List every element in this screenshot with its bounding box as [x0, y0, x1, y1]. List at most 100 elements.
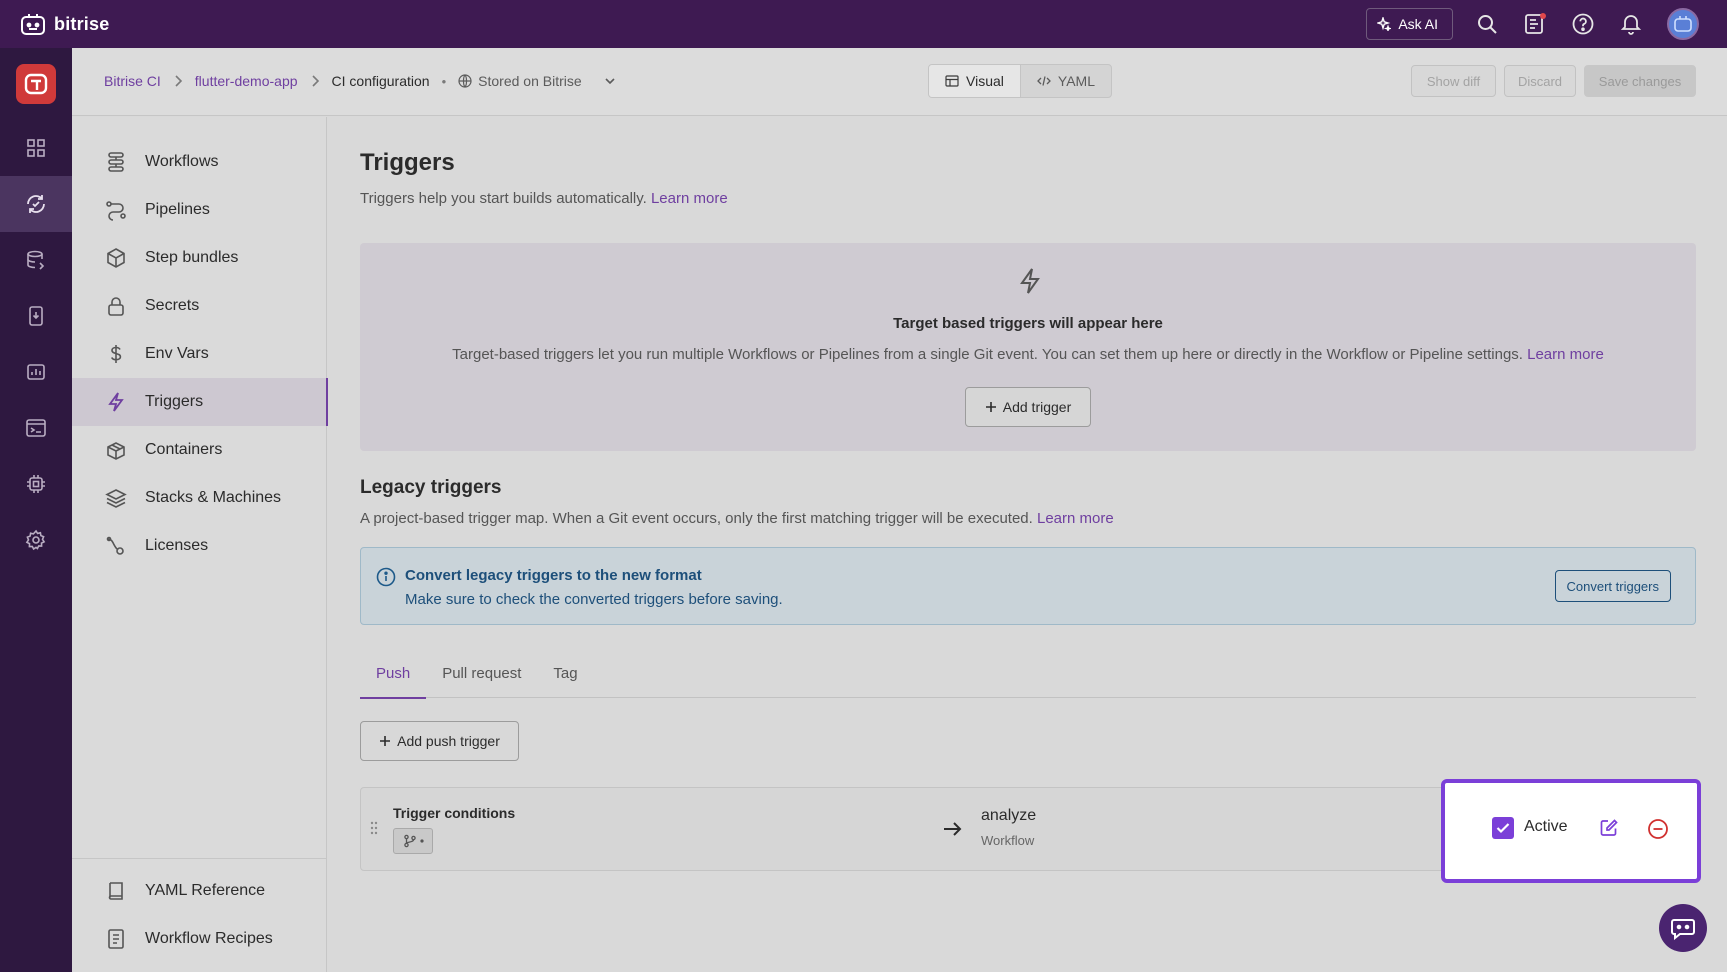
sidebar-item-yaml-reference[interactable]: YAML Reference: [72, 867, 327, 915]
changelog-icon[interactable]: [1523, 12, 1547, 36]
storage-selector[interactable]: Stored on Bitrise: [458, 73, 616, 89]
legacy-learn-more-link[interactable]: Learn more: [1037, 510, 1114, 527]
ask-ai-button[interactable]: Ask AI: [1366, 8, 1453, 40]
info-icon: [376, 567, 396, 587]
rail-ci-icon[interactable]: [0, 176, 72, 232]
sparkle-icon: [1377, 17, 1392, 31]
search-icon[interactable]: [1475, 12, 1499, 36]
rail-cache-icon[interactable]: [0, 232, 72, 288]
lock-icon: [108, 297, 124, 316]
drag-handle-icon[interactable]: [369, 820, 379, 836]
sidebar-item-pipelines[interactable]: Pipelines: [72, 186, 327, 234]
plus-icon: [380, 736, 391, 746]
visual-view-button[interactable]: Visual: [929, 65, 1021, 97]
ask-ai-label: Ask AI: [1398, 16, 1438, 32]
storage-label: Stored on Bitrise: [478, 73, 582, 89]
code-icon: [1036, 76, 1051, 86]
legacy-subtitle-text: A project-based trigger map. When a Git …: [360, 510, 1033, 527]
tab-push[interactable]: Push: [360, 648, 427, 699]
chevron-right-icon: [173, 75, 183, 87]
plus-icon: [985, 402, 996, 412]
edit-icon[interactable]: [1599, 818, 1619, 838]
add-push-trigger-label: Add push trigger: [397, 733, 500, 749]
rail-settings-icon[interactable]: [0, 512, 72, 568]
document-icon: [108, 929, 124, 949]
layers-icon: [105, 489, 127, 508]
yaml-view-button[interactable]: YAML: [1021, 65, 1111, 97]
sidebar-item-stacks-machines[interactable]: Stacks & Machines: [72, 474, 327, 522]
sidebar-item-label: Workflow Recipes: [145, 930, 273, 947]
sidebar-item-label: Secrets: [145, 297, 200, 314]
trigger-conditions-label: Trigger conditions: [393, 805, 516, 821]
rail-dashboard-icon[interactable]: [0, 120, 72, 176]
left-rail: [0, 48, 72, 972]
breadcrumb-current: CI configuration: [331, 73, 430, 89]
project-logo[interactable]: [16, 64, 56, 104]
bell-icon[interactable]: [1619, 12, 1643, 36]
chevron-right-icon: [310, 75, 320, 87]
sidebar-item-containers[interactable]: Containers: [72, 426, 327, 474]
top-bar: bitrise Ask AI: [0, 0, 1727, 48]
sidebar-item-label: Licenses: [145, 537, 209, 554]
workflow-name: analyze: [981, 807, 1037, 824]
empty-state-learn-more-link[interactable]: Learn more: [1527, 346, 1604, 363]
rail-insights-icon[interactable]: [0, 344, 72, 400]
discard-button[interactable]: Discard: [1504, 65, 1576, 97]
sidebar-item-licenses[interactable]: Licenses: [72, 522, 327, 570]
sidebar-item-secrets[interactable]: Secrets: [72, 282, 327, 330]
empty-state-title: Target based triggers will appear here: [893, 315, 1163, 332]
rail-terminal-icon[interactable]: [0, 400, 72, 456]
add-trigger-button[interactable]: Add trigger: [965, 387, 1091, 427]
chat-support-button[interactable]: [1659, 904, 1707, 952]
chevron-down-icon: [605, 78, 615, 85]
dollar-icon: [110, 345, 122, 363]
active-label[interactable]: Active: [1524, 818, 1568, 836]
rail-device-icon[interactable]: [0, 288, 72, 344]
convert-notice: Convert legacy triggers to the new forma…: [360, 547, 1696, 625]
sidebar-item-label: Stacks & Machines: [145, 489, 282, 506]
sidebar-item-workflows[interactable]: Workflows: [72, 138, 327, 186]
brand-logo[interactable]: bitrise: [20, 12, 109, 36]
sidebar-item-label: Env Vars: [145, 345, 209, 362]
condition-chip[interactable]: [393, 828, 433, 854]
sidebar-item-label: Triggers: [145, 393, 204, 410]
remove-icon[interactable]: [1647, 818, 1669, 840]
arrow-right-icon: [944, 822, 962, 836]
config-header: Bitrise CI flutter-demo-app CI configura…: [72, 48, 1727, 116]
lightning-icon: [108, 392, 124, 412]
active-checkbox[interactable]: [1492, 817, 1514, 839]
cube-icon: [107, 248, 125, 268]
chat-icon: [1671, 919, 1695, 940]
table-icon: [945, 75, 959, 87]
rail-chip-icon[interactable]: [0, 456, 72, 512]
workflows-icon: [108, 152, 124, 172]
page-title: Triggers: [360, 149, 455, 176]
add-push-trigger-button[interactable]: Add push trigger: [360, 721, 519, 761]
tab-pull-request[interactable]: Pull request: [426, 648, 537, 698]
page-subtitle-text: Triggers help you start builds automatic…: [360, 190, 647, 207]
tab-tag[interactable]: Tag: [537, 648, 593, 698]
breadcrumb: Bitrise CI flutter-demo-app CI configura…: [104, 48, 616, 114]
sidebar-item-workflow-recipes[interactable]: Workflow Recipes: [72, 915, 327, 963]
show-diff-button[interactable]: Show diff: [1411, 65, 1496, 97]
breadcrumb-app[interactable]: flutter-demo-app: [195, 73, 298, 89]
avatar[interactable]: [1667, 8, 1699, 40]
sidebar-item-triggers[interactable]: Triggers: [72, 378, 328, 426]
help-icon[interactable]: [1571, 12, 1595, 36]
trigger-tabs: Push Pull request Tag: [360, 648, 1696, 699]
pipelines-icon: [106, 201, 126, 221]
breadcrumb-workspace[interactable]: Bitrise CI: [104, 73, 161, 89]
convert-triggers-button[interactable]: Convert triggers: [1554, 570, 1671, 602]
notice-description: Make sure to check the converted trigger…: [405, 591, 783, 608]
visual-view-label: Visual: [966, 73, 1004, 89]
licenses-icon: [106, 536, 124, 555]
book-icon: [108, 882, 123, 900]
sidebar-item-step-bundles[interactable]: Step bundles: [72, 234, 327, 282]
learn-more-link[interactable]: Learn more: [651, 190, 728, 207]
sidebar-item-env-vars[interactable]: Env Vars: [72, 330, 327, 378]
avatar-robot-icon: [1674, 16, 1692, 32]
save-changes-button[interactable]: Save changes: [1584, 65, 1696, 97]
branch-icon: [403, 834, 416, 848]
sidebar-footer: [72, 858, 326, 859]
sidebar-item-label: Containers: [145, 441, 223, 458]
